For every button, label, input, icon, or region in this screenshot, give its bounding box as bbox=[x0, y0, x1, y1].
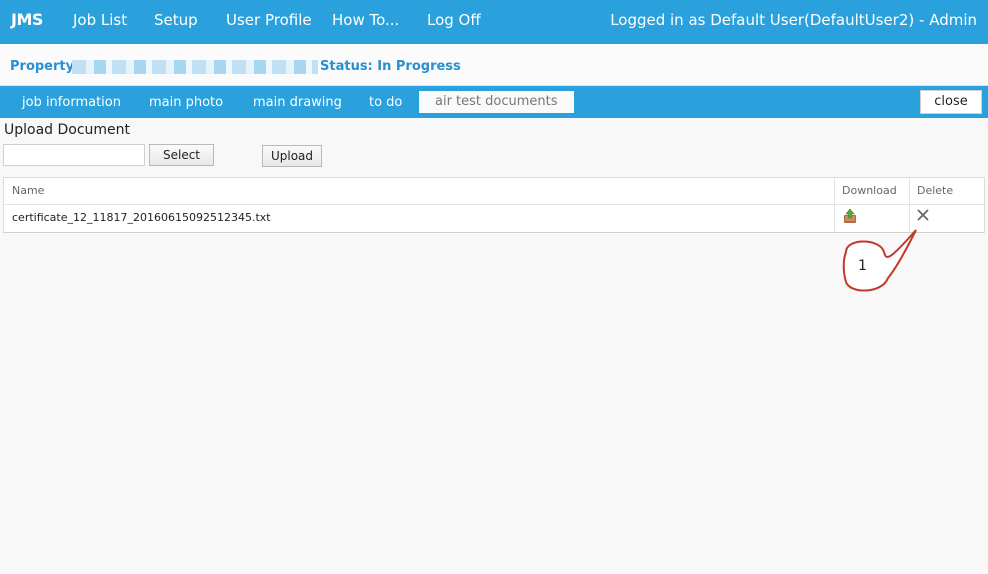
callout-number: 1 bbox=[858, 258, 867, 274]
column-header-name: Name bbox=[12, 184, 45, 197]
column-header-delete: Delete bbox=[917, 184, 954, 197]
column-divider bbox=[909, 178, 910, 232]
upload-button[interactable]: Upload bbox=[262, 145, 322, 167]
close-button[interactable]: close bbox=[920, 90, 982, 114]
nav-user-profile[interactable]: User Profile bbox=[226, 11, 312, 29]
top-navbar: JMS Job List Setup User Profile How To..… bbox=[0, 0, 988, 44]
tab-main-drawing[interactable]: main drawing bbox=[253, 95, 342, 110]
logged-in-user: Logged in as Default User(DefaultUser2) … bbox=[610, 11, 977, 29]
documents-table: Name Download Delete certificate_12_1181… bbox=[3, 177, 985, 233]
nav-setup[interactable]: Setup bbox=[154, 11, 198, 29]
select-file-button[interactable]: Select bbox=[149, 144, 214, 166]
property-label: Property: bbox=[10, 59, 80, 74]
file-path-field[interactable] bbox=[3, 144, 145, 166]
tab-bar: job information main photo main drawing … bbox=[0, 86, 988, 118]
column-divider bbox=[834, 178, 835, 232]
job-status: Status: In Progress bbox=[320, 59, 461, 74]
nav-log-off[interactable]: Log Off bbox=[427, 11, 481, 29]
nav-how-to[interactable]: How To... bbox=[332, 11, 399, 29]
property-value-redacted bbox=[72, 60, 318, 74]
header-divider bbox=[4, 204, 984, 205]
download-icon[interactable] bbox=[842, 208, 858, 224]
tab-air-test-documents[interactable]: air test documents bbox=[419, 91, 574, 113]
delete-x-icon[interactable] bbox=[916, 208, 930, 222]
upload-document-title: Upload Document bbox=[4, 122, 131, 138]
property-bar: Property: Status: In Progress bbox=[0, 44, 988, 86]
brand-logo[interactable]: JMS bbox=[11, 10, 43, 29]
column-header-download: Download bbox=[842, 184, 897, 197]
tab-job-information[interactable]: job information bbox=[22, 95, 121, 110]
nav-job-list[interactable]: Job List bbox=[73, 11, 127, 29]
document-name: certificate_12_11817_20160615092512345.t… bbox=[12, 211, 271, 224]
tab-main-photo[interactable]: main photo bbox=[149, 95, 223, 110]
tab-to-do[interactable]: to do bbox=[369, 95, 402, 110]
table-bottom-border bbox=[4, 232, 984, 233]
